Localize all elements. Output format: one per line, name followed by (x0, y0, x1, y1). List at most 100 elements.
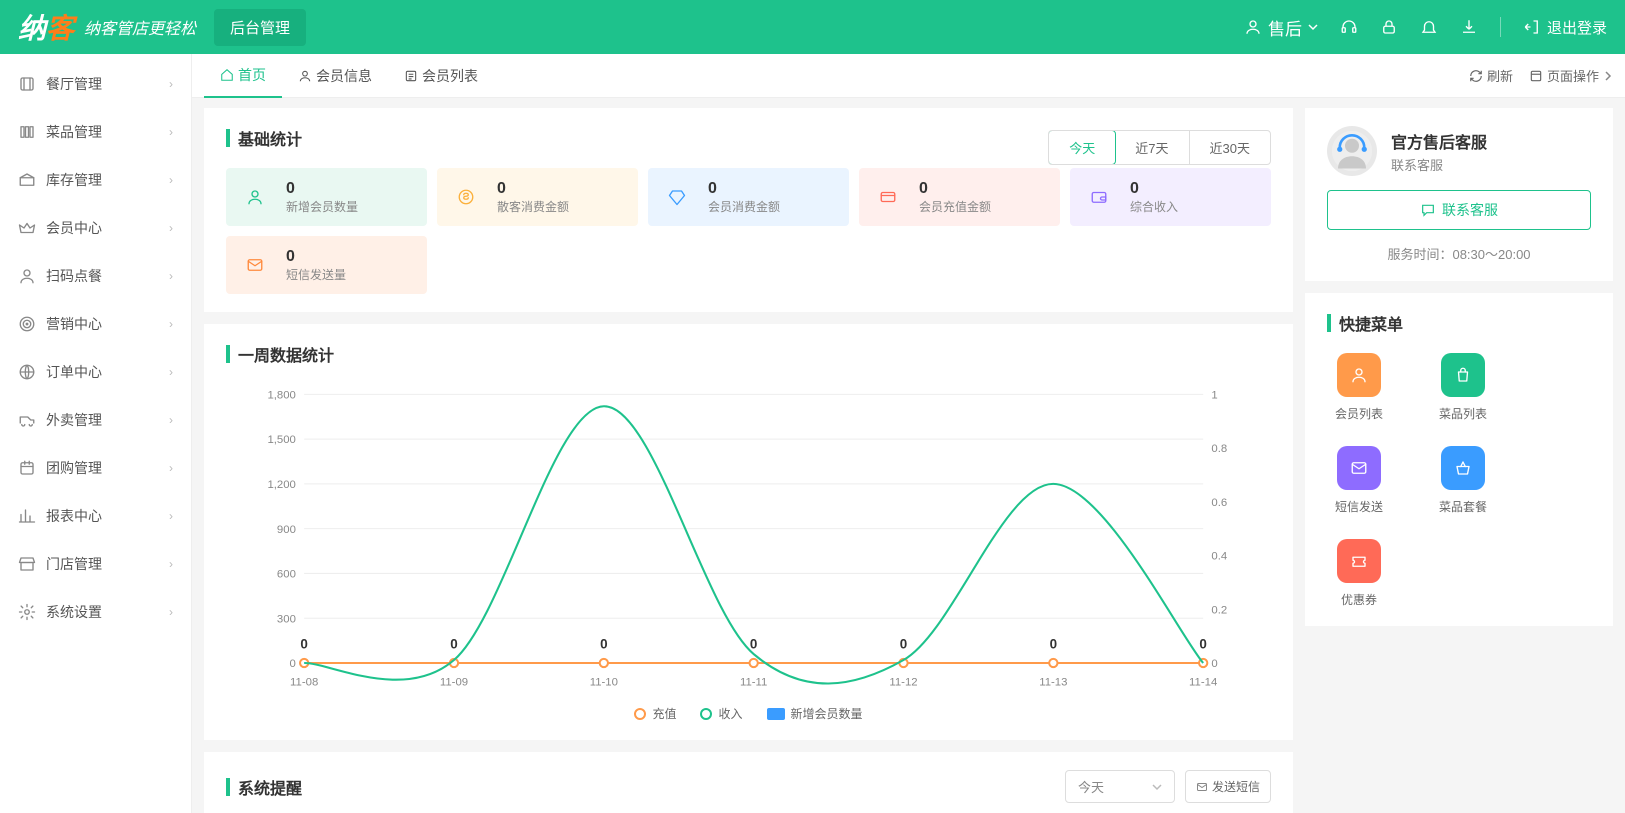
svg-text:600: 600 (277, 569, 296, 581)
reminder-range-select[interactable]: 今天 (1065, 770, 1175, 803)
range-tab-1[interactable]: 近7天 (1115, 131, 1189, 164)
app-header: 纳客 纳客管店更轻松 后台管理 售后 退出登录 (0, 0, 1625, 54)
mail-icon (1196, 781, 1208, 793)
svg-text:0.6: 0.6 (1211, 497, 1227, 509)
sidebar-item-0[interactable]: 餐厅管理› (0, 60, 191, 108)
lock-icon[interactable] (1380, 18, 1398, 36)
logo: 纳客 纳客管店更轻松 (18, 7, 196, 47)
tab-label: 首页 (238, 65, 266, 85)
legend-recharge[interactable]: 充值 (634, 705, 676, 722)
svg-text:300: 300 (277, 613, 296, 625)
report-icon (18, 507, 36, 525)
sidebar-item-6[interactable]: 订单中心› (0, 348, 191, 396)
tab-1[interactable]: 会员信息 (282, 54, 388, 98)
quick-item-1[interactable]: 菜品列表 (1431, 353, 1495, 422)
user-menu[interactable]: 售后 (1244, 15, 1318, 40)
stats-title: 基础统计 (226, 126, 302, 150)
range-tab-2[interactable]: 近30天 (1190, 131, 1270, 164)
logo-slogan: 纳客管店更轻松 (84, 15, 196, 39)
headset-icon[interactable] (1340, 18, 1358, 36)
chevron-down-icon (1152, 782, 1162, 792)
range-tabs: 今天近7天近30天 (1048, 130, 1271, 165)
svg-text:0.8: 0.8 (1211, 443, 1227, 455)
chevron-right-icon (1603, 71, 1613, 81)
contact-support-button[interactable]: 联系客服 (1327, 190, 1591, 230)
sidebar-item-1[interactable]: 菜品管理› (0, 108, 191, 156)
user-icon (1244, 18, 1262, 36)
stat-value: 0 (497, 179, 569, 198)
chevron-right-icon: › (169, 173, 173, 187)
card-icon (871, 180, 905, 214)
svg-text:1: 1 (1211, 389, 1217, 401)
svg-text:1,500: 1,500 (267, 434, 295, 446)
chevron-right-icon: › (169, 605, 173, 619)
sidebar-item-label: 外卖管理 (46, 410, 169, 430)
svg-text:1,200: 1,200 (267, 479, 295, 491)
logout-icon (1523, 18, 1541, 36)
dish-icon (18, 123, 36, 141)
svg-text:0: 0 (600, 637, 607, 652)
coin-icon (449, 180, 483, 214)
refresh-button[interactable]: 刷新 (1469, 66, 1513, 85)
tab-0[interactable]: 首页 (204, 54, 282, 98)
sidebar-item-label: 系统设置 (46, 602, 169, 622)
svg-text:11-10: 11-10 (590, 677, 618, 689)
stat-value: 0 (708, 179, 780, 198)
sidebar-item-11[interactable]: 系统设置› (0, 588, 191, 636)
list-icon (404, 69, 418, 83)
crown-icon (18, 219, 36, 237)
backend-manage-button[interactable]: 后台管理 (214, 9, 306, 46)
page-ops-button[interactable]: 页面操作 (1529, 66, 1613, 85)
ticket-icon (1337, 539, 1381, 583)
sidebar-item-label: 库存管理 (46, 170, 169, 190)
quick-item-3[interactable]: 菜品套餐 (1431, 446, 1495, 515)
user-icon (298, 69, 312, 83)
chart-panel: 一周数据统计 03006009001,2001,5001,80000.20.40… (204, 324, 1293, 740)
quick-menu-title: 快捷菜单 (1327, 311, 1591, 335)
gear-icon (18, 603, 36, 621)
page-ops-icon (1529, 69, 1543, 83)
header-right: 售后 退出登录 (1244, 15, 1607, 40)
wallet-icon (1082, 180, 1116, 214)
sidebar-item-4[interactable]: 扫码点餐› (0, 252, 191, 300)
sidebar-item-5[interactable]: 营销中心› (0, 300, 191, 348)
service-hours: 服务时间：08:30～20:00 (1387, 244, 1530, 263)
bag-icon (1441, 353, 1485, 397)
chevron-right-icon: › (169, 221, 173, 235)
reminder-panel: 系统提醒 今天 发送短信 生日提醒 (204, 752, 1293, 813)
stat-label: 会员充值金额 (919, 198, 991, 215)
sidebar-item-9[interactable]: 报表中心› (0, 492, 191, 540)
quick-item-4[interactable]: 优惠券 (1327, 539, 1391, 608)
quick-item-0[interactable]: 会员列表 (1327, 353, 1391, 422)
stat-value: 0 (286, 247, 346, 266)
legend-new-members[interactable]: 新增会员数量 (767, 705, 863, 722)
sidebar-item-2[interactable]: 库存管理› (0, 156, 191, 204)
refresh-icon (1469, 69, 1483, 83)
send-sms-button[interactable]: 发送短信 (1185, 770, 1271, 803)
stat-value: 0 (1130, 179, 1178, 198)
sidebar-item-10[interactable]: 门店管理› (0, 540, 191, 588)
chevron-right-icon: › (169, 413, 173, 427)
stat-label: 综合收入 (1130, 198, 1178, 215)
logo-main: 纳客 (18, 7, 74, 47)
quick-item-2[interactable]: 短信发送 (1327, 446, 1391, 515)
download-icon[interactable] (1460, 18, 1478, 36)
bell-icon[interactable] (1420, 18, 1438, 36)
svg-text:0: 0 (1199, 637, 1206, 652)
logout-button[interactable]: 退出登录 (1523, 17, 1607, 38)
quick-label: 菜品列表 (1439, 405, 1487, 422)
sidebar-item-label: 餐厅管理 (46, 74, 169, 94)
sidebar-item-7[interactable]: 外卖管理› (0, 396, 191, 444)
stat-cards: 0新增会员数量0散客消费金额0会员消费金额0会员充值金额0综合收入0短信发送量 (226, 168, 1271, 294)
tab-2[interactable]: 会员列表 (388, 54, 494, 98)
sidebar-item-label: 订单中心 (46, 362, 169, 382)
stat-label: 会员消费金额 (708, 198, 780, 215)
legend-income[interactable]: 收入 (700, 705, 742, 722)
tab-label: 会员信息 (316, 66, 372, 86)
sidebar-item-label: 报表中心 (46, 506, 169, 526)
chart-title: 一周数据统计 (226, 342, 1271, 366)
chevron-right-icon: › (169, 317, 173, 331)
sidebar-item-3[interactable]: 会员中心› (0, 204, 191, 252)
range-tab-0[interactable]: 今天 (1048, 130, 1116, 165)
sidebar-item-8[interactable]: 团购管理› (0, 444, 191, 492)
